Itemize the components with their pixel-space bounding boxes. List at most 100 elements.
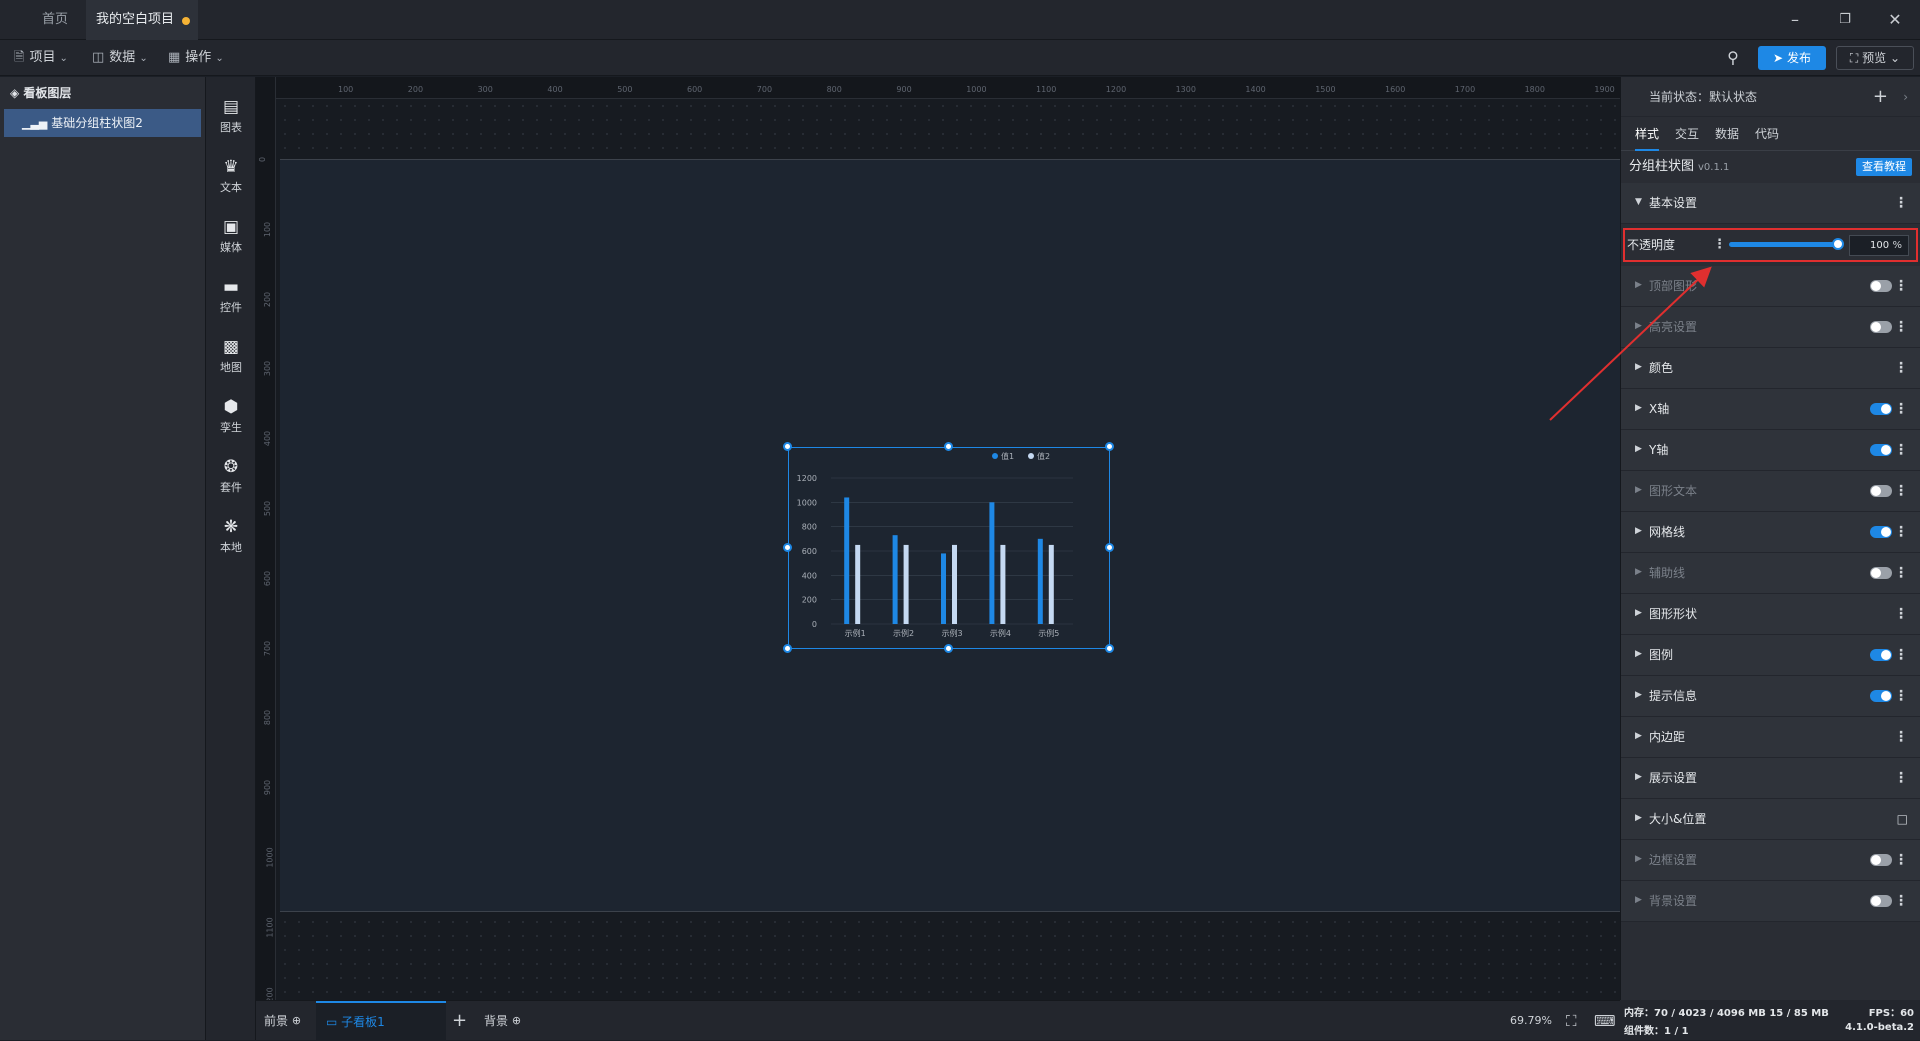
publish-button[interactable]: ➤ 发布 bbox=[1758, 46, 1826, 70]
puzzle-icon: ❋ bbox=[223, 517, 239, 537]
close-icon[interactable]: ✕ bbox=[1870, 0, 1920, 40]
toggle-switch[interactable] bbox=[1870, 854, 1892, 866]
chevron-right-icon[interactable]: › bbox=[1903, 77, 1908, 117]
more-icon[interactable]: ⋮ bbox=[1894, 594, 1908, 635]
section-3[interactable]: ▶ X轴 ⋮ bbox=[1621, 389, 1920, 430]
resize-handle[interactable] bbox=[1105, 442, 1114, 451]
lock-icon[interactable]: □ bbox=[1897, 799, 1908, 840]
section-11[interactable]: ▶ 内边距 ⋮ bbox=[1621, 717, 1920, 758]
chart-component[interactable]: 1200 1000 800 600 400 200 0 示例1 示例2 示例3 示例4 示例5 值1 值2 bbox=[788, 447, 1110, 649]
toggle-switch[interactable] bbox=[1870, 895, 1892, 907]
tool-map[interactable]: ▩ 地图 bbox=[206, 325, 256, 377]
state-value[interactable]: 默认状态 bbox=[1709, 90, 1757, 104]
resize-handle[interactable] bbox=[783, 543, 792, 552]
tool-local[interactable]: ❋ 本地 bbox=[206, 505, 256, 557]
section-13[interactable]: ▶ 大小&位置 □ bbox=[1621, 799, 1920, 840]
resize-handle[interactable] bbox=[1105, 644, 1114, 653]
more-icon[interactable]: ⋮ bbox=[1894, 307, 1908, 348]
tool-widget[interactable]: ▬ 控件 bbox=[206, 265, 256, 317]
section-6[interactable]: ▶ 网格线 ⋮ bbox=[1621, 512, 1920, 553]
ruler-label: 600 bbox=[687, 85, 703, 94]
more-icon[interactable]: ⋮ bbox=[1894, 758, 1908, 799]
more-icon[interactable]: ⋮ bbox=[1894, 512, 1908, 553]
tool-media[interactable]: ▣ 媒体 bbox=[206, 205, 256, 257]
tool-twin[interactable]: ⬢ 孪生 bbox=[206, 385, 256, 437]
tab-interaction[interactable]: 交互 bbox=[1675, 117, 1699, 151]
section-label: 边框设置 bbox=[1649, 853, 1698, 867]
more-icon[interactable]: ⋮ bbox=[1894, 183, 1908, 224]
resize-handle[interactable] bbox=[944, 644, 953, 653]
more-icon[interactable]: ⋮ bbox=[1894, 389, 1908, 430]
opacity-input[interactable]: 100 % bbox=[1849, 235, 1909, 256]
canvas-area[interactable]: 100 200 300 400 500 600 700 800 900 1000 1100 1200 1… bbox=[256, 77, 1620, 1000]
section-1[interactable]: ▶ 高亮设置 ⋮ bbox=[1621, 307, 1920, 348]
opacity-slider[interactable] bbox=[1729, 238, 1844, 250]
more-icon[interactable]: ⋮ bbox=[1894, 840, 1908, 881]
toggle-switch[interactable] bbox=[1870, 280, 1892, 292]
resize-handle[interactable] bbox=[944, 442, 953, 451]
layer-item[interactable]: ▁▃▅ 基础分组柱状图2 bbox=[4, 109, 201, 137]
keyboard-icon[interactable]: ⌨ bbox=[1594, 1001, 1616, 1041]
slider-knob[interactable] bbox=[1832, 238, 1844, 250]
section-12[interactable]: ▶ 展示设置 ⋮ bbox=[1621, 758, 1920, 799]
fps-status: FPS：60 bbox=[1868, 1008, 1914, 1019]
map-icon: ▩ bbox=[222, 337, 240, 357]
add-state-icon[interactable]: + bbox=[1873, 77, 1888, 117]
add-board-icon[interactable]: + bbox=[452, 1001, 467, 1041]
toggle-switch[interactable] bbox=[1870, 690, 1892, 702]
toggle-switch[interactable] bbox=[1870, 321, 1892, 333]
section-9[interactable]: ▶ 图例 ⋮ bbox=[1621, 635, 1920, 676]
background-button[interactable]: 背景 ⊕ bbox=[484, 1001, 521, 1041]
section-14[interactable]: ▶ 边框设置 ⋮ bbox=[1621, 840, 1920, 881]
toggle-switch[interactable] bbox=[1870, 567, 1892, 579]
more-icon[interactable]: ⋮ bbox=[1894, 430, 1908, 471]
restore-icon[interactable]: ❐ bbox=[1820, 0, 1870, 40]
more-icon[interactable]: ⋮ bbox=[1894, 553, 1908, 594]
section-15[interactable]: ▶ 背景设置 ⋮ bbox=[1621, 881, 1920, 922]
section-4[interactable]: ▶ Y轴 ⋮ bbox=[1621, 430, 1920, 471]
more-icon[interactable]: ⋮ bbox=[1894, 266, 1908, 307]
section-basic[interactable]: ▼ 基本设置 ⋮ bbox=[1621, 183, 1920, 224]
more-icon[interactable]: ⋮ bbox=[1713, 230, 1726, 260]
resize-handle[interactable] bbox=[783, 644, 792, 653]
tool-kit[interactable]: ❂ 套件 bbox=[206, 445, 256, 497]
preview-button[interactable]: ⛶ 预览 ⌄ bbox=[1836, 46, 1914, 70]
tab-style[interactable]: 样式 bbox=[1635, 117, 1660, 151]
section-8[interactable]: ▶ 图形形状 ⋮ bbox=[1621, 594, 1920, 635]
tab-sub-board[interactable]: ▭ 子看板1 bbox=[316, 1001, 446, 1041]
resize-handle[interactable] bbox=[783, 442, 792, 451]
section-0[interactable]: ▶ 顶部图形 ⋮ bbox=[1621, 266, 1920, 307]
tab-home[interactable]: 首页 bbox=[20, 0, 90, 40]
menu-data[interactable]: ◫ 数据 ⌄ bbox=[92, 40, 148, 76]
more-icon[interactable]: ⋮ bbox=[1894, 881, 1908, 922]
resize-handle[interactable] bbox=[1105, 543, 1114, 552]
view-tutorial-button[interactable]: 查看教程 bbox=[1856, 158, 1912, 176]
toggle-switch[interactable] bbox=[1870, 403, 1892, 415]
menu-operation[interactable]: ▦ 操作 ⌄ bbox=[168, 40, 224, 76]
more-icon[interactable]: ⋮ bbox=[1894, 676, 1908, 717]
more-icon[interactable]: ⋮ bbox=[1894, 717, 1908, 758]
toggle-switch[interactable] bbox=[1870, 444, 1892, 456]
section-10[interactable]: ▶ 提示信息 ⋮ bbox=[1621, 676, 1920, 717]
section-5[interactable]: ▶ 图形文本 ⋮ bbox=[1621, 471, 1920, 512]
toggle-switch[interactable] bbox=[1870, 649, 1892, 661]
foreground-button[interactable]: 前景 ⊕ bbox=[264, 1001, 301, 1041]
tool-text[interactable]: ♛ 文本 bbox=[206, 145, 256, 197]
tab-project[interactable]: 我的空白项目 bbox=[86, 0, 198, 40]
section-2[interactable]: ▶ 颜色 ⋮ bbox=[1621, 348, 1920, 389]
tab-code[interactable]: 代码 bbox=[1755, 117, 1779, 151]
zoom-level[interactable]: 69.79% bbox=[1510, 1001, 1552, 1041]
y-tick-label: 800 bbox=[802, 523, 817, 532]
search-icon[interactable]: ⚲ bbox=[1722, 46, 1744, 70]
more-icon[interactable]: ⋮ bbox=[1894, 471, 1908, 512]
toggle-switch[interactable] bbox=[1870, 485, 1892, 497]
tab-data[interactable]: 数据 bbox=[1715, 117, 1739, 151]
more-icon[interactable]: ⋮ bbox=[1894, 635, 1908, 676]
minimize-icon[interactable]: – bbox=[1770, 0, 1820, 40]
section-7[interactable]: ▶ 辅助线 ⋮ bbox=[1621, 553, 1920, 594]
menu-project[interactable]: 🗎 项目 ⌄ bbox=[14, 40, 68, 76]
fit-screen-icon[interactable]: ⛶ bbox=[1566, 1001, 1577, 1041]
tool-chart[interactable]: ▤ 图表 bbox=[206, 85, 256, 137]
toggle-switch[interactable] bbox=[1870, 526, 1892, 538]
more-icon[interactable]: ⋮ bbox=[1894, 348, 1908, 389]
